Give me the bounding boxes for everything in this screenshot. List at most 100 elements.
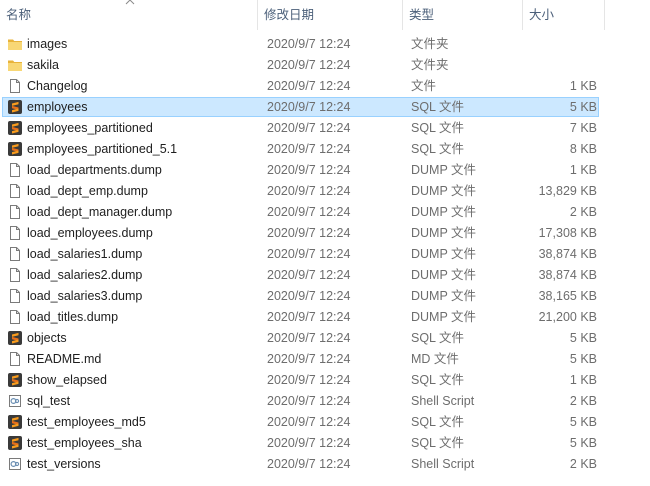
file-size: 38,874 KB xyxy=(538,268,597,282)
file-size: 5 KB xyxy=(569,352,597,366)
file-icon xyxy=(7,225,23,241)
file-modified-date: 2020/9/7 12:24 xyxy=(267,226,351,240)
file-type: Shell Script xyxy=(411,457,475,471)
file-type: DUMP 文件 xyxy=(411,184,477,198)
column-header-type-label: 类型 xyxy=(409,8,435,22)
file-row[interactable]: test_employees_md5 2020/9/7 12:24 SQL 文件 5 … xyxy=(0,412,650,433)
file-row[interactable]: README.md 2020/9/7 12:24 MD 文件 5 KB xyxy=(0,349,650,370)
file-icon xyxy=(7,162,23,178)
file-row[interactable]: load_employees.dump 2020/9/7 12:24 DUMP 文件… xyxy=(0,223,650,244)
file-type: SQL 文件 xyxy=(411,415,465,429)
file-name: test_versions xyxy=(27,457,101,471)
file-name: test_employees_md5 xyxy=(27,415,146,429)
sql-file-icon xyxy=(7,141,23,157)
file-row[interactable]: employees_partitioned 2020/9/7 12:24 SQL 文… xyxy=(0,118,650,139)
file-row[interactable]: load_dept_manager.dump 2020/9/7 12:24 DUMP… xyxy=(0,202,650,223)
file-size: 2 KB xyxy=(569,394,597,408)
file-row[interactable]: sql_test 2020/9/7 12:24 Shell Script 2 KB xyxy=(0,391,650,412)
column-header: 名称 修改日期 类型 大小 xyxy=(0,0,650,30)
file-modified-date: 2020/9/7 12:24 xyxy=(267,394,351,408)
file-type: DUMP 文件 xyxy=(411,310,477,324)
file-size: 1 KB xyxy=(569,163,597,177)
file-icon xyxy=(7,309,23,325)
file-size: 1 KB xyxy=(569,373,597,387)
file-type: DUMP 文件 xyxy=(411,205,477,219)
file-modified-date: 2020/9/7 12:24 xyxy=(267,79,351,93)
file-name: objects xyxy=(27,331,67,345)
file-name: load_salaries3.dump xyxy=(27,289,143,303)
file-row[interactable]: Changelog 2020/9/7 12:24 文件 1 KB xyxy=(0,76,650,97)
file-size: 5 KB xyxy=(569,436,597,450)
file-row[interactable]: test_versions 2020/9/7 12:24 Shell Script 2… xyxy=(0,454,650,475)
folder-icon xyxy=(7,36,23,52)
file-name: Changelog xyxy=(27,79,88,93)
file-modified-date: 2020/9/7 12:24 xyxy=(267,373,351,387)
file-row[interactable]: load_departments.dump 2020/9/7 12:24 DUMP … xyxy=(0,160,650,181)
file-size: 5 KB xyxy=(569,100,597,114)
column-header-type[interactable]: 类型 xyxy=(403,0,523,30)
file-size xyxy=(523,55,597,76)
file-name: sakila xyxy=(27,58,59,72)
file-modified-date: 2020/9/7 12:24 xyxy=(267,310,351,324)
column-header-size[interactable]: 大小 xyxy=(523,0,605,30)
file-size: 21,200 KB xyxy=(538,310,597,324)
sql-file-icon xyxy=(7,435,23,451)
file-row[interactable]: sakila 2020/9/7 12:24 文件夹 xyxy=(0,55,650,76)
file-row[interactable]: load_titles.dump 2020/9/7 12:24 DUMP 文件 21,… xyxy=(0,307,650,328)
file-modified-date: 2020/9/7 12:24 xyxy=(267,457,351,471)
file-name: sql_test xyxy=(27,394,71,408)
file-type: SQL 文件 xyxy=(411,100,465,114)
file-row[interactable]: show_elapsed 2020/9/7 12:24 SQL 文件 1 KB xyxy=(0,370,650,391)
sql-file-icon xyxy=(7,414,23,430)
column-header-name-label: 名称 xyxy=(6,8,32,22)
file-name: load_employees.dump xyxy=(27,226,153,240)
file-modified-date: 2020/9/7 12:24 xyxy=(267,205,351,219)
column-header-size-label: 大小 xyxy=(529,8,555,22)
file-size: 5 KB xyxy=(569,331,597,345)
file-row[interactable]: load_dept_emp.dump 2020/9/7 12:24 DUMP 文件 1… xyxy=(0,181,650,202)
file-row[interactable]: test_employees_sha 2020/9/7 12:24 SQL 文件 5 … xyxy=(0,433,650,454)
file-name: employees_partitioned xyxy=(27,121,153,135)
file-type: DUMP 文件 xyxy=(411,247,477,261)
file-name: load_departments.dump xyxy=(27,163,162,177)
file-row[interactable]: employees_partitioned_5.1 2020/9/7 12:24 S… xyxy=(0,139,650,160)
file-name: employees xyxy=(27,100,88,114)
column-header-date[interactable]: 修改日期 xyxy=(258,0,403,30)
file-modified-date: 2020/9/7 12:24 xyxy=(267,415,351,429)
file-name: show_elapsed xyxy=(27,373,107,387)
file-name: load_salaries2.dump xyxy=(27,268,143,282)
folder-icon xyxy=(7,57,23,73)
file-list: images 2020/9/7 12:24 文件夹 sakila 2020/9/7 12… xyxy=(0,34,650,475)
file-row[interactable]: load_salaries2.dump 2020/9/7 12:24 DUMP 文件… xyxy=(0,265,650,286)
file-type: DUMP 文件 xyxy=(411,268,477,282)
sql-file-icon xyxy=(7,120,23,136)
file-modified-date: 2020/9/7 12:24 xyxy=(267,436,351,450)
file-name: load_salaries1.dump xyxy=(27,247,143,261)
column-header-date-label: 修改日期 xyxy=(264,8,315,22)
file-size: 5 KB xyxy=(569,415,597,429)
file-row[interactable]: load_salaries1.dump 2020/9/7 12:24 DUMP 文件… xyxy=(0,244,650,265)
file-modified-date: 2020/9/7 12:24 xyxy=(267,247,351,261)
file-name: load_titles.dump xyxy=(27,310,119,324)
file-size: 2 KB xyxy=(569,205,597,219)
file-name: images xyxy=(27,37,68,51)
file-row[interactable]: load_salaries3.dump 2020/9/7 12:24 DUMP 文件… xyxy=(0,286,650,307)
file-size: 17,308 KB xyxy=(538,226,597,240)
file-modified-date: 2020/9/7 12:24 xyxy=(267,121,351,135)
file-modified-date: 2020/9/7 12:24 xyxy=(267,58,351,72)
file-size: 13,829 KB xyxy=(538,184,597,198)
file-modified-date: 2020/9/7 12:24 xyxy=(267,184,351,198)
file-icon xyxy=(7,288,23,304)
file-icon xyxy=(7,204,23,220)
file-row[interactable]: images 2020/9/7 12:24 文件夹 xyxy=(0,34,650,55)
file-size: 38,874 KB xyxy=(538,247,597,261)
file-type: MD 文件 xyxy=(411,352,459,366)
chevron-up-icon xyxy=(125,0,135,5)
file-row[interactable]: employees 2020/9/7 12:24 SQL 文件 5 KB xyxy=(0,97,650,118)
file-type: SQL 文件 xyxy=(411,142,465,156)
file-size: 2 KB xyxy=(569,457,597,471)
file-type: SQL 文件 xyxy=(411,373,465,387)
column-header-name[interactable]: 名称 xyxy=(0,0,258,30)
file-type: SQL 文件 xyxy=(411,121,465,135)
file-row[interactable]: objects 2020/9/7 12:24 SQL 文件 5 KB xyxy=(0,328,650,349)
